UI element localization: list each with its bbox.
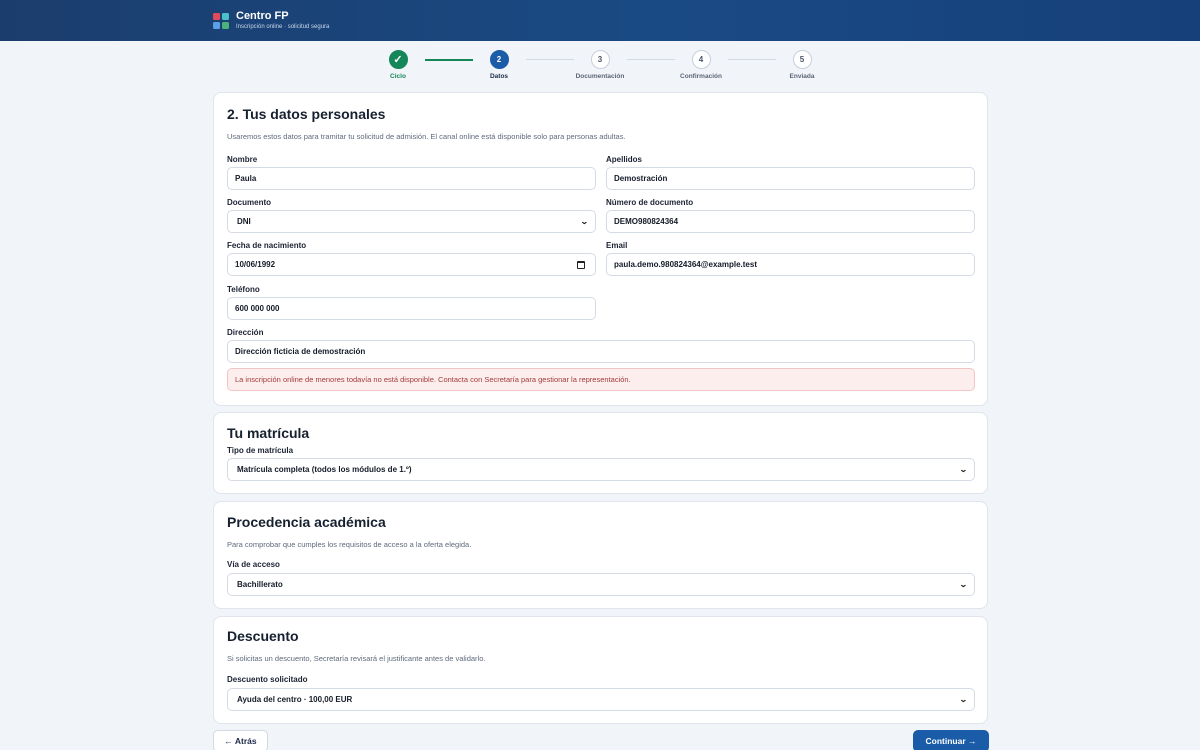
check-icon: ✓ [388,50,408,69]
step-enviada: 5 Enviada [762,50,842,80]
section-title: Procedencia académica [227,514,386,530]
step-datos: 2 Datos [459,50,539,80]
step-ciclo[interactable]: ✓ Ciclo [358,50,438,80]
step-label: Ciclo [390,73,406,80]
step-label: Datos [489,73,509,80]
progress-stepper: ✓ Ciclo 2 Datos 3 Documentación 4 Confir… [0,50,1200,84]
chevron-down-icon: ⌄ [580,217,590,226]
step-number: 4 [691,50,711,69]
procedencia-card: Procedencia académica Para comprobar que… [213,501,988,609]
continue-button[interactable]: Continuar → [913,730,989,750]
calendar-icon[interactable] [577,260,585,269]
tipo-matricula-value: Matrícula completa (todos los módulos de… [237,465,412,474]
descuento-card: Descuento Si solicitas un descuento, Sec… [213,616,988,724]
numdoc-label: Número de documento [606,198,694,207]
numdoc-input[interactable]: DEMO980824364 [606,210,975,233]
section-description: Para comprobar que cumples los requisito… [227,540,472,549]
section-title: Tu matrícula [227,425,310,441]
documento-select[interactable]: DNI ⌄ [227,210,596,233]
nombre-label: Nombre [227,155,258,164]
chevron-down-icon: ⌄ [959,695,969,704]
step-documentacion: 3 Documentación [560,50,640,80]
nombre-input[interactable]: Paula [227,167,596,190]
descuento-label: Descuento solicitado [227,675,308,684]
minor-alert: La inscripción online de menores todavía… [227,368,975,391]
brand-logo-icon [213,12,229,29]
apellidos-label: Apellidos [606,155,643,164]
step-label: Documentación [575,73,625,80]
personal-data-card: 2. Tus datos personales Usaremos estos d… [213,92,988,406]
section-title: Descuento [227,628,299,644]
telefono-input[interactable]: 600 000 000 [227,297,596,320]
section-description: Usaremos estos datos para tramitar tu so… [227,132,626,141]
tipo-matricula-label: Tipo de matrícula [227,446,294,455]
step-number: 5 [792,50,812,69]
brand-title: Centro FP [236,10,289,22]
direccion-input[interactable]: Dirección ficticia de demostración [227,340,975,363]
apellidos-input[interactable]: Demostración [606,167,975,190]
step-label: Enviada [789,73,815,80]
descuento-select[interactable]: Ayuda del centro · 100,00 EUR ⌄ [227,688,975,711]
email-input[interactable]: paula.demo.980824364@example.test [606,253,975,276]
fecha-value: 10/06/1992 [235,260,276,269]
via-acceso-select[interactable]: Bachillerato ⌄ [227,573,975,596]
tipo-matricula-select[interactable]: Matrícula completa (todos los módulos de… [227,458,975,481]
matricula-card: Tu matrícula Tipo de matrícula Matrícula… [213,412,988,494]
fecha-input[interactable]: 10/06/1992 [227,253,596,276]
step-label: Confirmación [680,73,722,80]
step-confirmacion: 4 Confirmación [661,50,741,80]
section-description: Si solicitas un descuento, Secretaría re… [227,654,486,663]
direccion-label: Dirección [227,328,264,337]
via-acceso-label: Vía de acceso [227,560,280,569]
section-title: 2. Tus datos personales [227,106,386,122]
top-header: Centro FP Inscripción online · solicitud… [0,0,1200,41]
brand-subtitle: Inscripción online · solicitud segura [236,24,330,30]
telefono-label: Teléfono [227,285,260,294]
email-label: Email [606,241,628,250]
back-button[interactable]: ← Atrás [213,730,268,750]
chevron-down-icon: ⌄ [959,580,969,589]
chevron-down-icon: ⌄ [959,465,969,474]
descuento-value: Ayuda del centro · 100,00 EUR [237,695,353,704]
documento-value: DNI [237,217,251,226]
step-number: 2 [489,50,509,69]
documento-label: Documento [227,198,271,207]
brand[interactable]: Centro FP Inscripción online · solicitud… [213,10,329,31]
fecha-label: Fecha de nacimiento [227,241,307,250]
via-acceso-value: Bachillerato [237,580,283,589]
step-number: 3 [590,50,610,69]
